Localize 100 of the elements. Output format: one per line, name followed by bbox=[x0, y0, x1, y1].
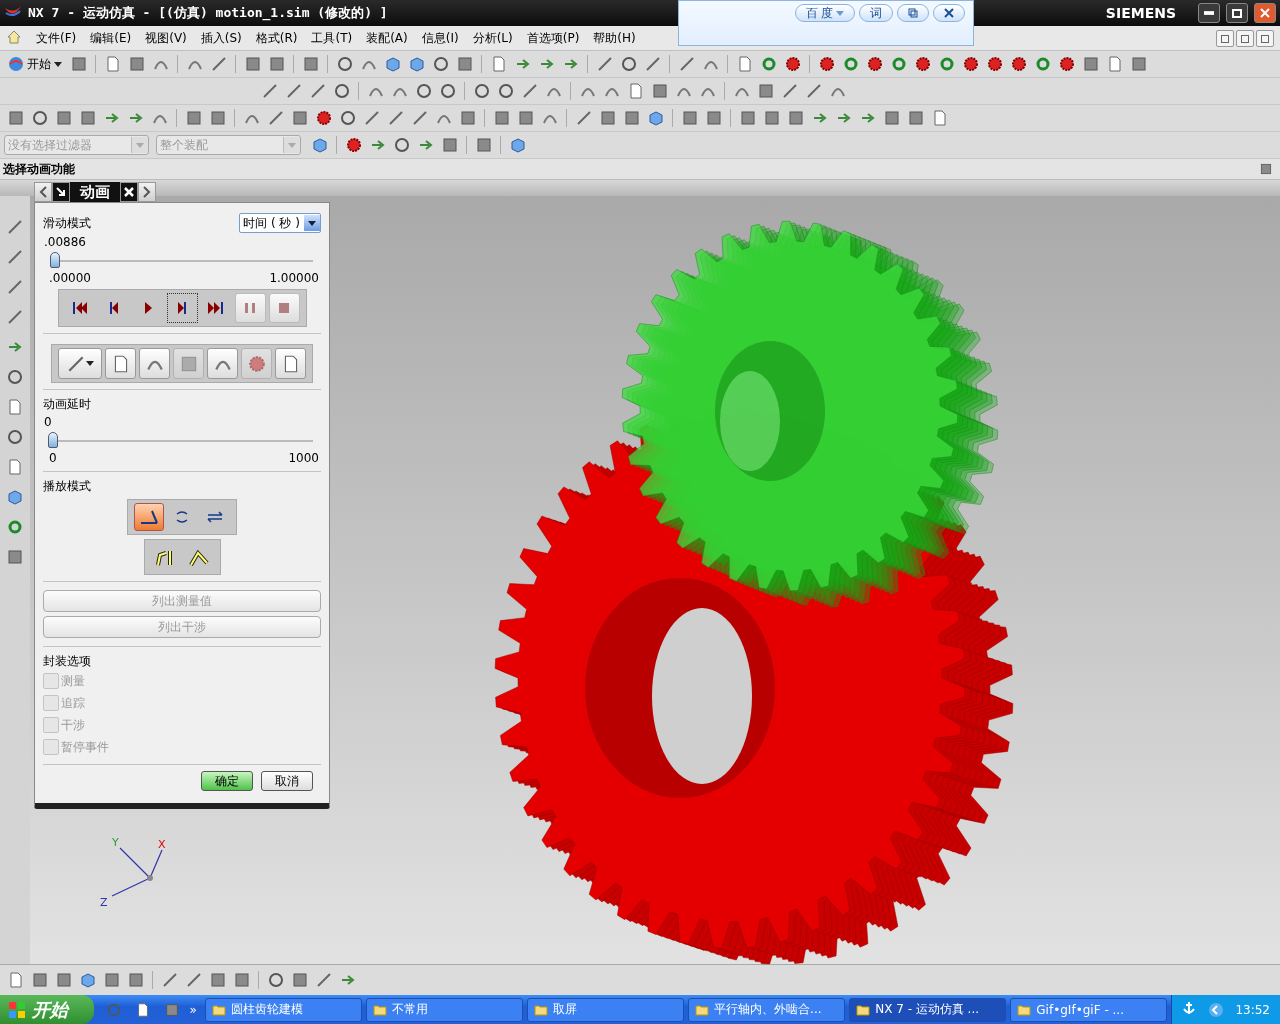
ok-button[interactable]: 确定 bbox=[201, 771, 253, 791]
more-button[interactable]: » bbox=[189, 1002, 197, 1017]
square-icon bbox=[455, 55, 474, 73]
linkage-icon bbox=[187, 547, 210, 567]
search-button[interactable]: 百 度 bbox=[794, 4, 855, 22]
close-icon bbox=[1261, 34, 1269, 43]
tool-button[interactable] bbox=[275, 348, 306, 379]
cube-icon bbox=[310, 136, 329, 154]
square-icon bbox=[6, 548, 24, 566]
menu-item[interactable]: 视图(V) bbox=[145, 27, 187, 49]
folder-icon bbox=[534, 1003, 548, 1016]
taskbar-button[interactable]: 圆柱齿轮建模 bbox=[204, 997, 362, 1022]
gear-icon bbox=[817, 55, 836, 73]
gear-icon bbox=[1057, 55, 1076, 73]
gear-icon bbox=[344, 136, 363, 154]
close-icon bbox=[124, 187, 134, 197]
menu-item[interactable]: 工具(T) bbox=[311, 27, 353, 49]
square-icon bbox=[458, 109, 477, 127]
menu-item[interactable]: 分析(L) bbox=[472, 27, 513, 49]
close-button[interactable] bbox=[120, 182, 138, 202]
square-icon bbox=[492, 109, 511, 127]
square-icon bbox=[232, 971, 251, 989]
line-icon bbox=[6, 248, 24, 266]
slider-reading: 0 bbox=[43, 415, 53, 429]
slider-min-label: 0 bbox=[49, 451, 57, 465]
menu-item[interactable]: 首选项(P) bbox=[526, 27, 580, 49]
next-button[interactable] bbox=[138, 182, 156, 202]
mode-dropdown[interactable]: 时间 ( 秒 ) bbox=[239, 213, 321, 233]
square-icon bbox=[127, 55, 146, 73]
taskbar-button[interactable]: 取屏 bbox=[527, 997, 685, 1022]
tool-button[interactable] bbox=[139, 348, 170, 379]
slider-track[interactable] bbox=[51, 251, 313, 271]
clock-text: 13:52 bbox=[1235, 1002, 1270, 1017]
menu-item[interactable]: 格式(R) bbox=[255, 27, 298, 49]
caret-icon bbox=[86, 361, 94, 366]
tool-button[interactable] bbox=[207, 348, 238, 379]
brand-logo: SIEMENS bbox=[1105, 5, 1176, 21]
page-icon bbox=[6, 398, 24, 416]
taskbar-button[interactable]: Gif•gIf•giF - ... bbox=[1010, 997, 1168, 1022]
button-label: 不常用 bbox=[391, 1001, 428, 1018]
restore-button[interactable] bbox=[1236, 29, 1254, 47]
copy-icon bbox=[908, 8, 918, 18]
slider-reading: .00886 bbox=[43, 235, 87, 249]
circle-icon bbox=[332, 82, 351, 100]
cube-icon bbox=[646, 109, 665, 127]
section-label: 封装选项 bbox=[43, 653, 92, 670]
step-forward-button[interactable] bbox=[166, 293, 198, 323]
pin-button[interactable] bbox=[52, 182, 70, 202]
square-icon bbox=[756, 82, 775, 100]
circle-icon bbox=[266, 971, 285, 989]
gear-icon bbox=[1009, 55, 1028, 73]
previous-button[interactable] bbox=[34, 182, 52, 202]
button-label: 开始 bbox=[27, 55, 51, 73]
square-icon bbox=[650, 82, 669, 100]
tool-button[interactable] bbox=[58, 348, 102, 379]
taskbar-button[interactable]: 不常用 bbox=[365, 997, 523, 1022]
restore-button[interactable] bbox=[1226, 3, 1248, 23]
checkbox-label: 测量 bbox=[61, 672, 85, 690]
square-icon bbox=[680, 109, 699, 127]
axis-triad-drawing bbox=[111, 847, 163, 897]
dictionary-button[interactable]: 词 bbox=[859, 4, 893, 22]
circle-icon bbox=[438, 82, 457, 100]
gear-icon bbox=[985, 55, 1004, 73]
menu-item[interactable]: 帮助(H) bbox=[593, 27, 636, 49]
tool-button[interactable] bbox=[105, 348, 136, 379]
button-label: 百 度 bbox=[805, 4, 833, 22]
square-icon bbox=[290, 971, 309, 989]
square-icon bbox=[78, 109, 97, 127]
folder-icon bbox=[211, 1003, 226, 1016]
gear-icon bbox=[783, 55, 802, 73]
square-icon bbox=[622, 109, 641, 127]
close-button[interactable] bbox=[933, 4, 965, 22]
once-mode-button[interactable] bbox=[134, 503, 164, 531]
minimize-button[interactable] bbox=[1198, 3, 1220, 23]
menu-item[interactable]: 装配(A) bbox=[366, 27, 408, 49]
menu-item[interactable]: 插入(S) bbox=[200, 27, 242, 49]
close-button[interactable] bbox=[1254, 3, 1276, 23]
square-icon bbox=[882, 109, 901, 127]
menu-item[interactable]: 文件(F) bbox=[36, 27, 77, 49]
square-icon bbox=[243, 55, 262, 73]
slider-thumb[interactable] bbox=[50, 252, 61, 268]
slider-track[interactable] bbox=[51, 431, 313, 451]
minimize-button[interactable] bbox=[1216, 29, 1234, 47]
cue-line-text: 选择动画功能 bbox=[3, 160, 75, 178]
menu-item[interactable]: 编辑(E) bbox=[90, 27, 132, 49]
minimize-icon bbox=[1204, 11, 1214, 15]
folder-icon bbox=[372, 1003, 387, 1016]
circle-icon bbox=[619, 55, 638, 73]
line-icon bbox=[6, 278, 24, 296]
start-menu-button[interactable]: 开始 bbox=[4, 53, 66, 75]
menu-item[interactable]: 信息(I) bbox=[421, 27, 459, 49]
minimize-icon bbox=[1221, 34, 1229, 43]
slider-thumb[interactable] bbox=[48, 432, 58, 448]
cancel-button[interactable]: 取消 bbox=[261, 771, 313, 791]
taskbar-button[interactable]: NX 7 - 运动仿真 ... bbox=[849, 997, 1007, 1022]
square-icon bbox=[762, 109, 781, 127]
folder-icon bbox=[856, 1003, 871, 1016]
button-label: 圆柱齿轮建模 bbox=[230, 1001, 303, 1018]
taskbar-button[interactable]: 平行轴内、外啮合... bbox=[688, 997, 846, 1022]
copy-button[interactable] bbox=[897, 4, 929, 22]
